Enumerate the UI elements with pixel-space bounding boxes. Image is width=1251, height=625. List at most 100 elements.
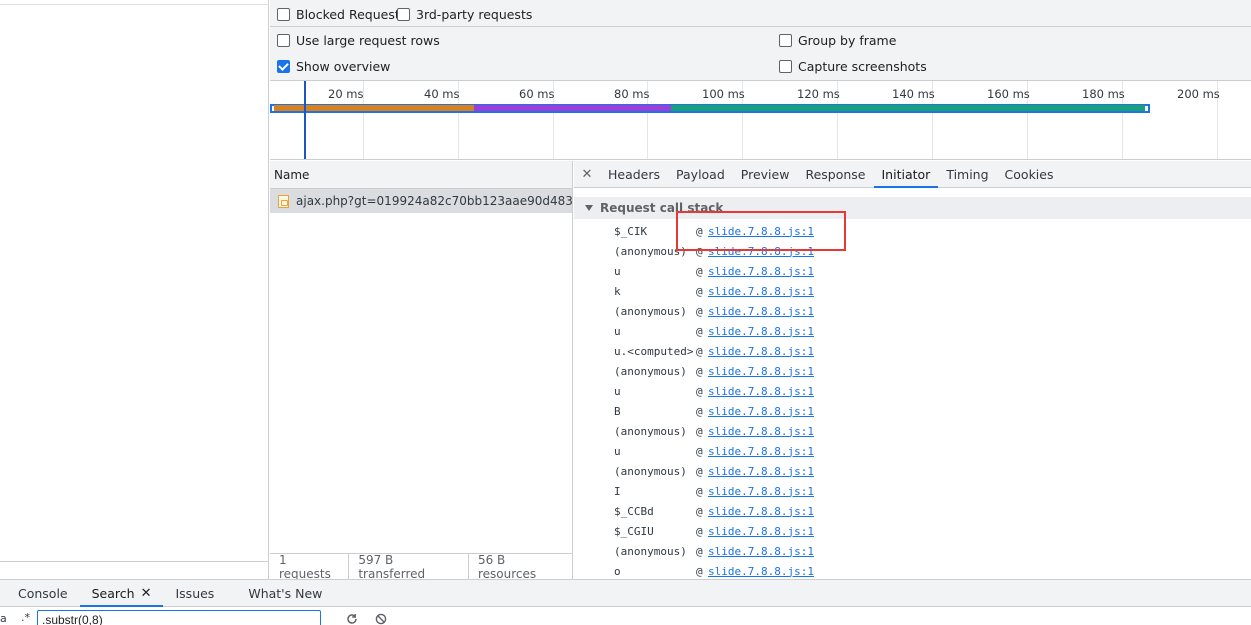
at-symbol: @ [696,524,703,538]
source-link[interactable]: slide.7.8.8.js:1 [708,565,814,578]
drawer-tabbar: Console Search ✕ Issues What's New [0,580,1251,607]
tab-initiator[interactable]: Initiator [873,161,939,188]
at-symbol: @ [696,444,703,458]
timeline-cursor[interactable] [304,81,306,159]
match-case-button[interactable]: a [0,612,7,625]
requests-count: 1 requests [270,552,350,581]
source-link[interactable]: slide.7.8.8.js:1 [708,325,814,338]
table-row[interactable]: ajax.php?gt=019924a82c70bb123aae90d48308… [270,189,572,213]
show-overview-checkbox[interactable]: Show overview [277,59,390,74]
tab-label: Search [91,585,135,601]
source-link[interactable]: slide.7.8.8.js:1 [708,545,814,558]
download-bar [474,105,671,111]
receive-bar [671,105,1145,111]
checkbox-box[interactable] [779,60,792,73]
name-column-header[interactable]: Name [270,161,572,189]
call-stack-row: $_CCBd @ slide.7.8.8.js:1 [614,501,814,521]
tab-response[interactable]: Response [797,161,873,187]
checkbox-box[interactable] [277,8,290,21]
tick-label: 40 ms [424,87,460,101]
network-overview[interactable]: 20 ms 40 ms 60 ms 80 ms 100 ms 120 ms 14… [270,80,1251,160]
divider [0,4,269,5]
checkbox-label: Group by frame [798,33,897,48]
checkbox-box[interactable] [277,34,290,47]
tab-issues[interactable]: Issues [163,580,226,606]
regex-button[interactable]: .* [21,611,30,624]
tab-whats-new[interactable]: What's New [226,580,334,606]
call-stack-row: u @ slide.7.8.8.js:1 [614,321,814,341]
source-link[interactable]: slide.7.8.8.js:1 [708,305,814,318]
call-stack-row: k @ slide.7.8.8.js:1 [614,281,814,301]
source-link[interactable]: slide.7.8.8.js:1 [708,285,814,298]
clear-icon[interactable] [375,613,387,625]
tick-label: 200 ms [1177,87,1220,101]
call-stack-row: u @ slide.7.8.8.js:1 [614,381,814,401]
function-name: I [614,484,621,498]
checkbox-box[interactable] [779,34,792,47]
source-link[interactable]: slide.7.8.8.js:1 [708,485,814,498]
checkbox-label: Capture screenshots [798,59,927,74]
tab-payload[interactable]: Payload [668,161,733,187]
source-link[interactable]: slide.7.8.8.js:1 [708,445,814,458]
call-stack-row: (anonymous) @ slide.7.8.8.js:1 [614,421,814,441]
function-name: k [614,284,621,298]
at-symbol: @ [696,464,703,478]
close-icon[interactable]: ✕ [574,161,600,187]
tick-label: 140 ms [892,87,935,101]
large-rows-checkbox[interactable]: Use large request rows [277,33,440,48]
tab-search[interactable]: Search ✕ [79,580,164,607]
source-link[interactable]: slide.7.8.8.js:1 [708,505,814,518]
at-symbol: @ [696,424,703,438]
expand-triangle-icon[interactable] [585,205,593,211]
tab-preview[interactable]: Preview [733,161,798,187]
source-link[interactable]: slide.7.8.8.js:1 [708,425,814,438]
blocked-requests-checkbox[interactable]: Blocked Requests [277,7,406,22]
tick-label: 20 ms [328,87,364,101]
third-party-checkbox[interactable]: 3rd-party requests [397,7,532,22]
function-name: (anonymous) [614,304,687,318]
source-link[interactable]: slide.7.8.8.js:1 [708,405,814,418]
call-stack-row: I @ slide.7.8.8.js:1 [614,481,814,501]
call-stack-row: (anonymous) @ slide.7.8.8.js:1 [614,461,814,481]
details-tabbar: ✕ Headers Payload Preview Response Initi… [574,161,1251,188]
function-name: u [614,324,621,338]
checkbox-box[interactable] [277,60,290,73]
tab-headers[interactable]: Headers [600,161,668,187]
network-summary: 1 requests 597 B transferred 56 B resour… [270,552,572,581]
source-link[interactable]: slide.7.8.8.js:1 [708,465,814,478]
refresh-icon[interactable] [346,613,358,625]
function-name: u.<computed> [614,344,694,358]
close-icon[interactable]: ✕ [141,586,152,601]
source-link[interactable]: slide.7.8.8.js:1 [708,525,814,538]
function-name: $_CCBd [614,504,654,518]
search-input[interactable]: .substr(0,8) [37,610,321,625]
column-header-label: Name [274,167,310,182]
at-symbol: @ [696,404,703,418]
tick-label: 180 ms [1082,87,1125,101]
request-name: ajax.php?gt=019924a82c70bb123aae90d48308… [296,194,572,208]
call-stack-row: (anonymous) @ slide.7.8.8.js:1 [614,361,814,381]
tick-label: 60 ms [519,87,555,101]
at-symbol: @ [696,564,703,578]
tick-label: 80 ms [614,87,650,101]
group-by-frame-checkbox[interactable]: Group by frame [779,33,896,48]
divider [0,561,269,562]
source-link[interactable]: slide.7.8.8.js:1 [708,385,814,398]
checkbox-label: Show overview [296,59,391,74]
checkbox-box[interactable] [397,8,410,21]
function-name: u [614,384,621,398]
source-link[interactable]: slide.7.8.8.js:1 [708,365,814,378]
checkbox-label: Blocked Requests [296,7,407,22]
tab-console[interactable]: Console [6,580,80,606]
capture-screenshots-checkbox[interactable]: Capture screenshots [779,59,927,74]
tab-timing[interactable]: Timing [938,161,996,187]
at-symbol: @ [696,264,703,278]
at-symbol: @ [696,484,703,498]
at-symbol: @ [696,324,703,338]
source-link[interactable]: slide.7.8.8.js:1 [708,265,814,278]
tab-cookies[interactable]: Cookies [997,161,1062,187]
call-stack-list: $_CIK @ slide.7.8.8.js:1 (anonymous) @ slide.… [614,221,814,579]
tick-label: 160 ms [987,87,1030,101]
at-symbol: @ [696,544,703,558]
source-link[interactable]: slide.7.8.8.js:1 [708,345,814,358]
